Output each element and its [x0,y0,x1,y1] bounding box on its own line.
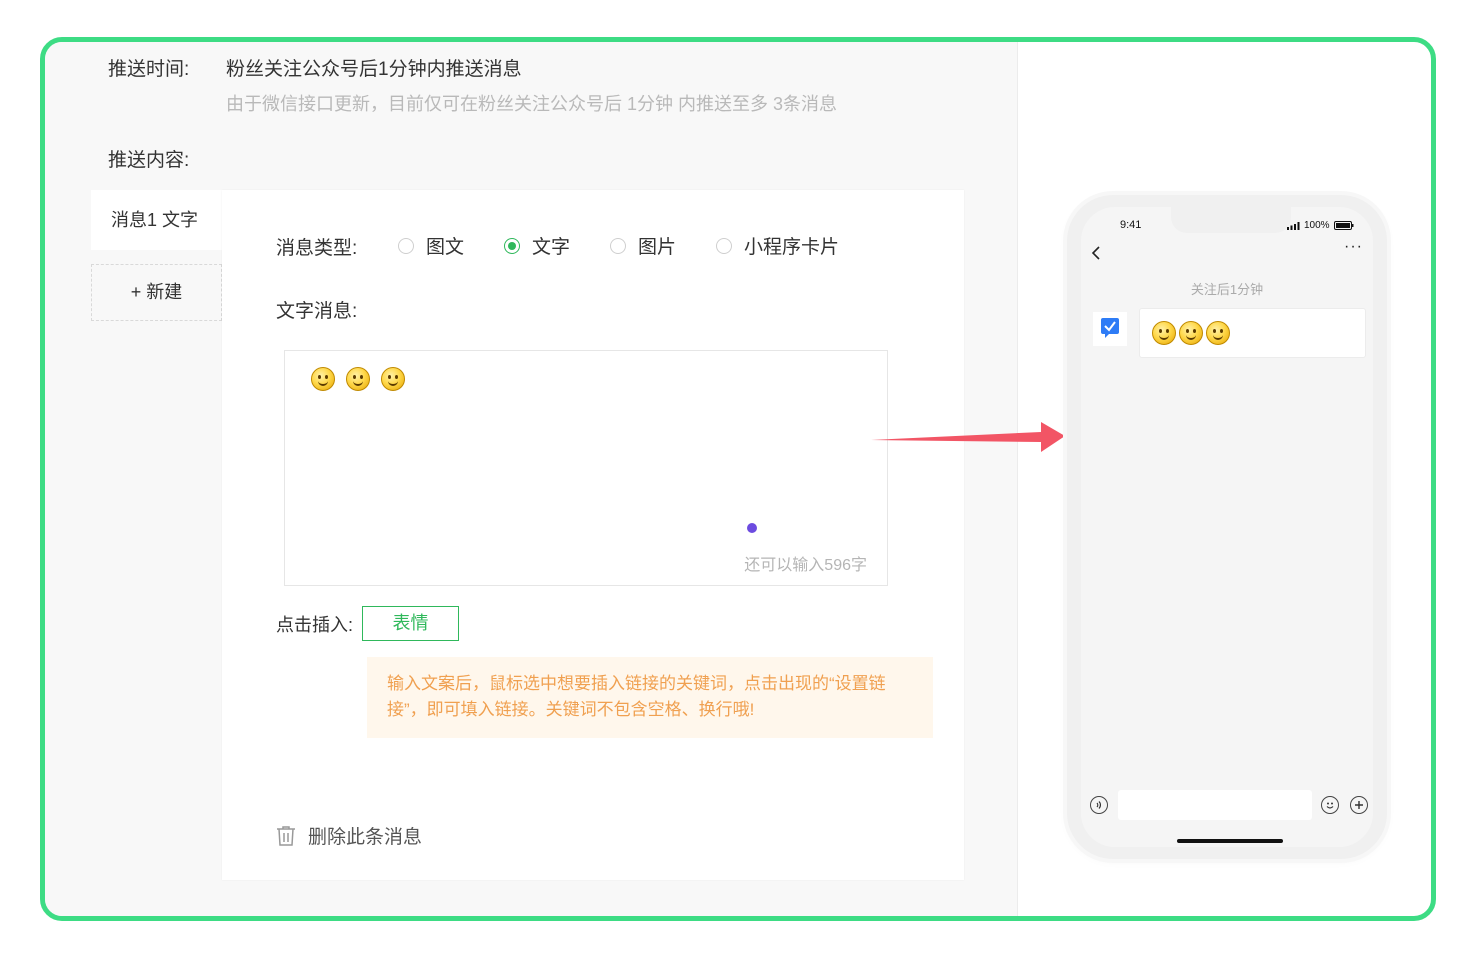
smile-emoji-icon [1179,321,1203,345]
status-time: 9:41 [1120,219,1142,231]
radio-dot [610,237,627,254]
delete-message-button[interactable]: 删除此条消息 [276,822,422,849]
radio-dot [716,237,733,254]
remaining-chars: 还可以输入596字 [744,557,867,574]
radio-dot [398,237,414,254]
push-content-label: 推送内容: [108,150,190,171]
message-tab-1[interactable]: 消息1 文字 [91,190,222,250]
push-time-hint: 由于微信接口更新，目前仅可在粉丝关注公众号后 1分钟 内推送至多 3条消息 [226,94,838,114]
push-time-value: 粉丝关注公众号后1分钟内推送消息 [226,59,522,80]
message-type-label: 消息类型: [276,238,358,259]
more-icon[interactable]: ··· [1344,238,1363,256]
voice-icon[interactable] [1090,796,1108,814]
message-editor-panel: 消息类型: 图文 文字 图片 小程序卡片 文字消息: 还可以输入596字 点击插… [222,190,964,880]
battery-icon [1333,221,1354,230]
smile-emoji-icon [346,367,370,391]
battery-percent: 100% [1304,220,1330,231]
arrow-icon [871,422,1065,452]
text-message-label: 文字消息: [276,301,358,322]
phone-notch [1171,207,1291,233]
cursor-dot-icon [747,523,757,533]
message-type-options: 图文 文字 图片 小程序卡片 [398,232,879,259]
phone-screen: 9:41 100% ··· 关注后1分钟 [1081,207,1373,847]
chat-text-input[interactable] [1118,790,1312,820]
push-time-label: 推送时间: [108,59,190,80]
plus-icon[interactable] [1350,796,1368,814]
insert-label: 点击插入: [276,615,354,635]
radio-label: 图片 [638,237,677,258]
chat-bubble [1139,308,1366,358]
delete-label: 删除此条消息 [308,827,423,848]
trash-icon [277,825,295,846]
radio-image[interactable]: 图片 [610,232,676,259]
signal-icon [1287,221,1300,230]
editor-area: 推送时间: 粉丝关注公众号后1分钟内推送消息 由于微信接口更新，目前仅可在粉丝关… [45,42,1018,916]
chat-time-note: 关注后1分钟 [1190,282,1264,297]
radio-label: 文字 [532,237,571,258]
smile-emoji-icon [381,367,405,391]
text-message-input[interactable]: 还可以输入596字 [284,350,888,586]
highlight-frame: 推送时间: 粉丝关注公众号后1分钟内推送消息 由于微信接口更新，目前仅可在粉丝关… [40,37,1436,921]
smile-emoji-icon [311,367,335,391]
radio-dot-checked [504,237,521,254]
insert-emoji-button[interactable]: 表情 [362,606,459,641]
radio-mini-program-card[interactable]: 小程序卡片 [716,232,839,259]
emoji-icon[interactable] [1321,796,1339,814]
home-indicator [1177,839,1283,843]
radio-label: 小程序卡片 [744,237,840,258]
phone-preview: 9:41 100% ··· 关注后1分钟 [1067,195,1387,859]
new-message-button[interactable]: + 新建 [91,264,222,321]
radio-text[interactable]: 文字 [504,232,570,259]
radio-image-text[interactable]: 图文 [398,232,464,259]
smile-emoji-icon [1152,321,1176,345]
radio-label: 图文 [426,237,465,258]
smile-emoji-icon [1206,321,1230,345]
link-tip: 输入文案后，鼠标选中想要插入链接的关键词，点击出现的“设置链接”，即可填入链接。… [367,657,933,738]
chat-input-bar [1081,785,1373,847]
emoji-row [311,367,405,391]
status-indicators: 100% [1287,220,1354,231]
back-chevron-icon[interactable] [1091,245,1101,261]
account-avatar-icon [1093,312,1127,346]
